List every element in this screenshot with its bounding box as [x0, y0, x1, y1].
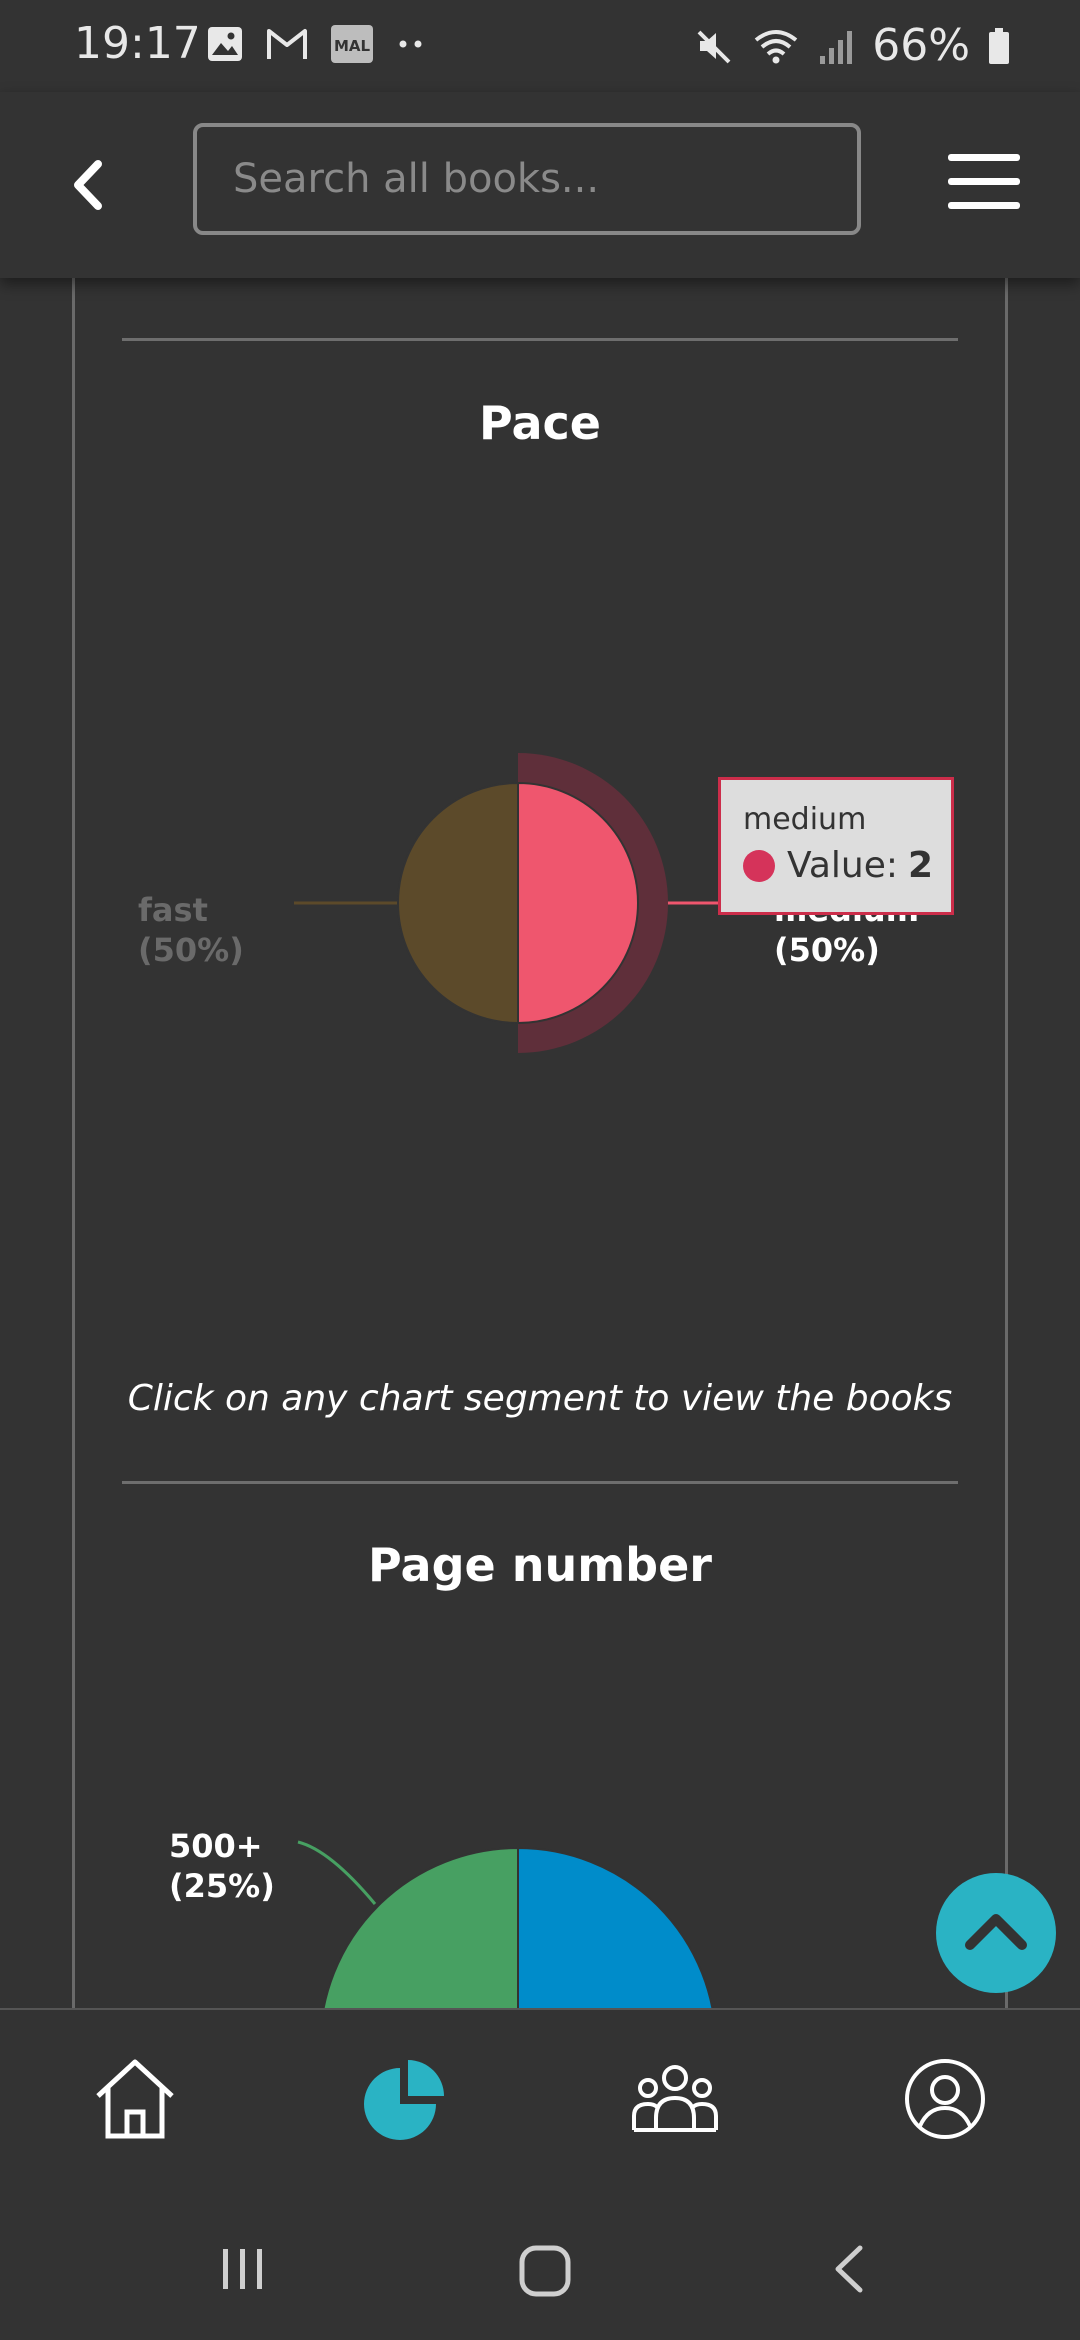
nav-home[interactable]	[90, 2054, 180, 2144]
tooltip-value-row: Value: 2	[743, 845, 951, 886]
community-icon	[632, 2065, 718, 2132]
app-header	[0, 92, 1080, 278]
pie-label-medium-pct: (50%)	[774, 931, 880, 969]
back-button[interactable]	[60, 150, 124, 220]
wifi-icon	[754, 29, 798, 63]
chart-tooltip: medium Value: 2	[718, 777, 954, 915]
pie-label-500plus-name: 500+	[169, 1827, 263, 1865]
status-bar: 19:17 MAL 66%	[0, 0, 1080, 92]
gmail-icon	[267, 29, 307, 59]
pace-title: Pace	[479, 396, 601, 450]
home-system-icon[interactable]	[518, 2244, 572, 2298]
section-divider	[122, 338, 958, 341]
mute-icon	[697, 30, 731, 63]
leader-line-500plus	[297, 1840, 377, 1905]
back-system-icon[interactable]	[826, 2244, 876, 2294]
profile-icon	[905, 2059, 985, 2139]
section-divider	[122, 1481, 958, 1484]
system-nav-bar	[0, 2188, 1080, 2340]
pie-label-500plus: 500+ (25%)	[169, 1826, 275, 1906]
page-number-pie-chart	[297, 1840, 716, 2008]
more-dots-icon	[399, 40, 422, 48]
signal-icon	[820, 30, 853, 64]
pie-label-fast: fast (50%)	[138, 890, 244, 970]
chevron-up-icon	[965, 1914, 1027, 1950]
nav-stats[interactable]	[360, 2054, 450, 2144]
pie-label-fast-name: fast	[138, 891, 208, 929]
nav-profile[interactable]	[900, 2054, 990, 2144]
pie-label-fast-pct: (50%)	[138, 931, 244, 969]
tooltip-value: 2	[908, 845, 934, 886]
stats-card	[72, 278, 1008, 2008]
gallery-icon	[208, 27, 242, 61]
stats-pie-icon	[364, 2060, 444, 2140]
tooltip-title: medium	[743, 802, 867, 837]
status-time: 19:17	[74, 18, 201, 69]
pie-slice-fast[interactable]	[397, 781, 519, 1025]
bottom-nav	[0, 2008, 1080, 2190]
chart-hint: Click on any chart segment to view the b…	[127, 1378, 953, 1419]
mal-icon: MAL	[331, 25, 373, 63]
battery-icon	[989, 27, 1009, 64]
tooltip-color-dot	[743, 849, 775, 882]
nav-community[interactable]	[630, 2054, 720, 2144]
status-system-icons: 66%	[694, 20, 1010, 71]
hamburger-icon	[948, 154, 1020, 209]
pie-slice-500plus[interactable]	[320, 1846, 519, 2008]
status-notification-icons: MAL	[206, 24, 426, 64]
pie-slice-blue[interactable]	[517, 1846, 716, 2008]
scroll-top-button[interactable]	[936, 1873, 1056, 1993]
search-input[interactable]	[193, 123, 861, 235]
home-icon	[96, 2059, 174, 2139]
menu-button[interactable]	[946, 150, 1022, 214]
svg-text:MAL: MAL	[334, 37, 371, 55]
chevron-left-icon	[74, 160, 102, 210]
tooltip-value-label: Value:	[787, 845, 898, 886]
page-number-title: Page number	[368, 1538, 712, 1592]
recent-apps-icon[interactable]	[218, 2244, 268, 2294]
pie-label-500plus-pct: (25%)	[169, 1867, 275, 1905]
battery-percent: 66%	[872, 20, 970, 71]
